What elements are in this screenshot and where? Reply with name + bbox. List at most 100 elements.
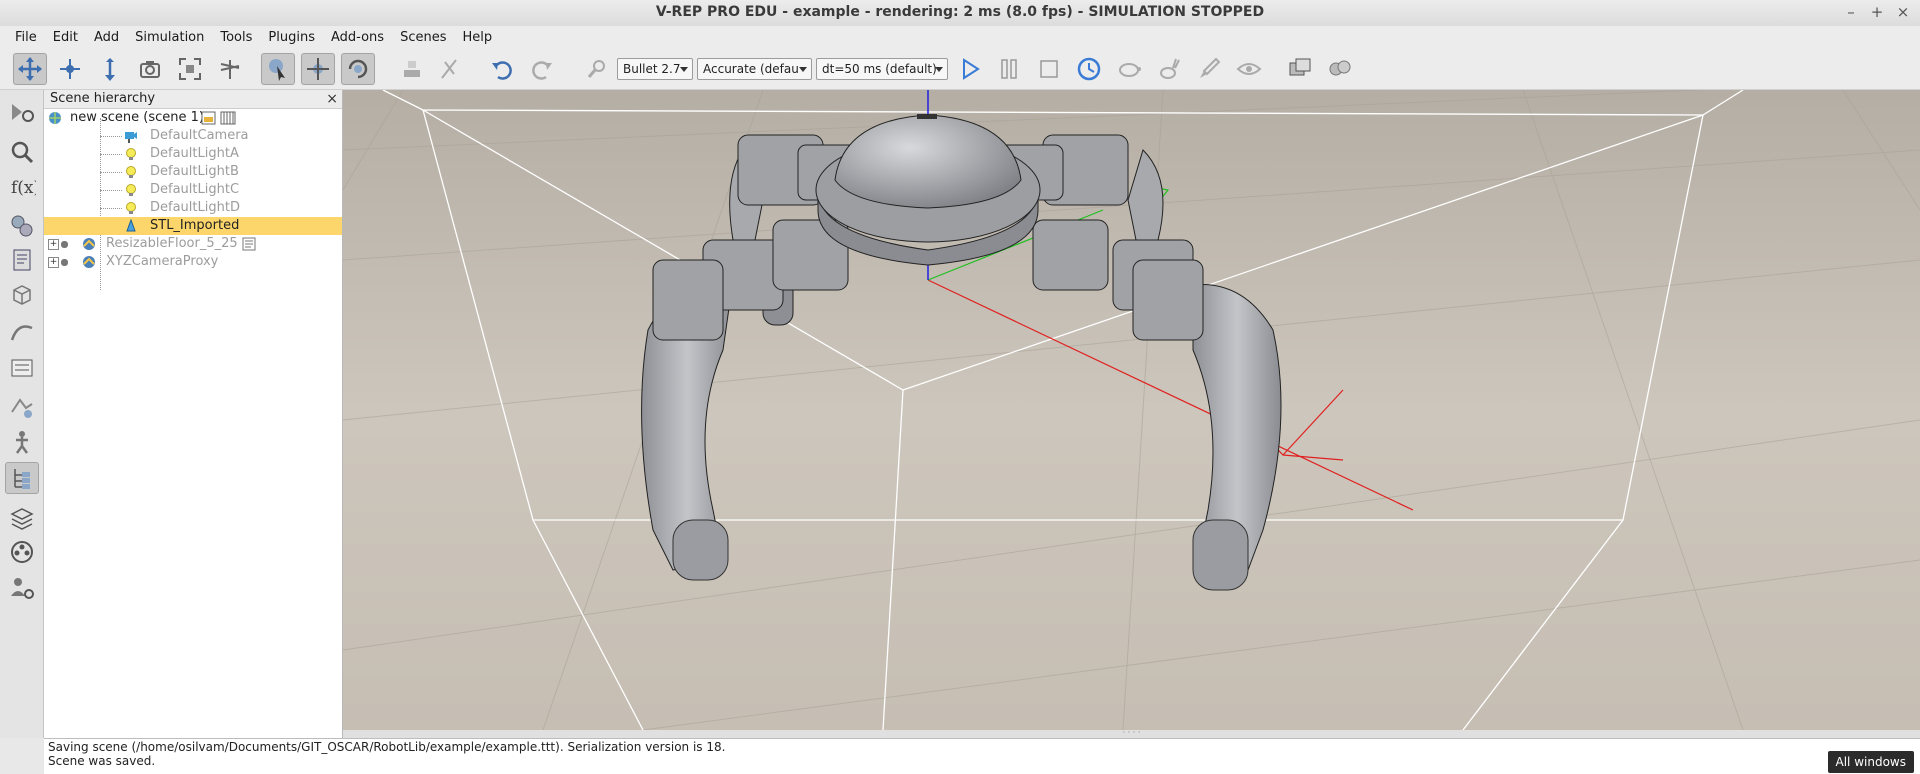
accuracy-select-value: Accurate (defau	[703, 62, 799, 76]
close-button[interactable]: ×	[1896, 3, 1910, 21]
page-selector-button[interactable]	[1283, 53, 1317, 85]
camera-shift-button[interactable]	[93, 53, 127, 85]
user-settings-button[interactable]	[5, 352, 39, 384]
real-time-button[interactable]	[1072, 53, 1106, 85]
window-title: V-REP PRO EDU - example - rendering: 2 m…	[655, 4, 1265, 20]
tree-item-label: XYZCameraProxy	[106, 254, 219, 269]
transfer-dna-button[interactable]	[432, 53, 466, 85]
viewport-splitter[interactable]: · · · ·	[343, 729, 1920, 738]
expand-icon[interactable]: +	[48, 257, 59, 268]
turtle-icon	[1119, 63, 1141, 77]
fit-to-view-button[interactable]	[173, 53, 207, 85]
move-arrows-icon	[18, 57, 42, 81]
magnifier-icon	[587, 60, 605, 78]
close-icon[interactable]: ×	[326, 90, 338, 108]
menu-tools[interactable]: Tools	[212, 30, 260, 45]
chevron-down-icon	[799, 67, 807, 72]
collections-button[interactable]	[5, 210, 39, 242]
minimize-button[interactable]: –	[1844, 3, 1858, 21]
menu-simulation[interactable]: Simulation	[127, 30, 212, 45]
camera-pan-button[interactable]	[13, 53, 47, 85]
engine-select-value: Bullet 2.7	[623, 62, 681, 76]
calculation-modules-button[interactable]: f(x)	[5, 170, 39, 202]
tree-item-light-a[interactable]: DefaultLightA	[44, 145, 342, 163]
object-shift-button[interactable]	[301, 53, 335, 85]
tree-item-stl-imported[interactable]: STL_Imported	[44, 217, 342, 235]
visualization-toggle-button[interactable]	[1232, 53, 1266, 85]
globe-icon	[49, 112, 61, 124]
maximize-button[interactable]: +	[1870, 3, 1884, 21]
speed-up-button[interactable]	[1152, 53, 1186, 85]
camera-object-icon	[125, 132, 137, 143]
chevron-down-icon	[935, 67, 943, 72]
customization-script-icon[interactable]	[220, 111, 236, 125]
layers-button[interactable]	[5, 392, 39, 424]
redo-button[interactable]	[525, 53, 559, 85]
timestep-select[interactable]: dt=50 ms (default)	[816, 58, 948, 80]
floor	[343, 90, 1920, 730]
menu-addons[interactable]: Add-ons	[323, 30, 392, 45]
script-file-icon[interactable]	[201, 111, 217, 125]
light-bulb-icon	[126, 184, 136, 196]
scripts-button[interactable]	[5, 244, 39, 276]
camera-angle-button[interactable]	[133, 53, 167, 85]
stop-simulation-button[interactable]	[1032, 53, 1066, 85]
object-rotate-button[interactable]	[341, 53, 375, 85]
thread-rendering-button[interactable]	[1192, 53, 1226, 85]
menu-help[interactable]: Help	[454, 30, 500, 45]
hierarchy-icon	[14, 469, 30, 489]
tree-item-camera-proxy[interactable]: + XYZCameraProxy	[44, 253, 342, 271]
all-windows-button[interactable]: All windows	[1827, 751, 1914, 773]
video-recorder-button[interactable]	[5, 536, 39, 568]
tree-item-label: DefaultLightB	[150, 164, 239, 179]
function-icon: f(x)	[11, 178, 36, 198]
layer-display-button[interactable]	[5, 502, 39, 534]
tree-root-scene[interactable]: new scene (scene 1)	[44, 109, 342, 127]
camera-rotate-button[interactable]	[53, 53, 87, 85]
expand-icon[interactable]: +	[48, 239, 59, 250]
slow-down-button[interactable]	[1112, 53, 1146, 85]
path-icon	[10, 325, 33, 341]
menu-add[interactable]: Add	[86, 30, 127, 45]
shapes-button[interactable]	[5, 278, 39, 310]
engine-select[interactable]: Bullet 2.7	[617, 58, 693, 80]
zoom-arrows-icon	[105, 58, 115, 81]
status-line: Saving scene (/home/osilvam/Documents/GI…	[48, 740, 726, 754]
scene-selector-button[interactable]	[1323, 53, 1357, 85]
user-preferences-button[interactable]	[5, 572, 39, 604]
scene-hierarchy-button[interactable]	[5, 462, 39, 494]
script-file-icon[interactable]	[242, 237, 257, 251]
assemble-button[interactable]	[395, 53, 429, 85]
camera-icon	[140, 61, 160, 78]
fly-mode-button[interactable]	[213, 53, 247, 85]
cube-icon	[13, 285, 31, 305]
menu-scenes[interactable]: Scenes	[392, 30, 454, 45]
tree-item-light-d[interactable]: DefaultLightD	[44, 199, 342, 217]
tree-item-light-c[interactable]: DefaultLightC	[44, 181, 342, 199]
menu-file[interactable]: File	[7, 30, 45, 45]
start-simulation-button[interactable]	[953, 53, 987, 85]
tree-item-camera[interactable]: DefaultCamera	[44, 127, 342, 145]
tree-item-label: DefaultLightC	[150, 182, 240, 197]
click-select-button[interactable]	[261, 53, 295, 85]
layers-icon	[11, 398, 33, 418]
engine-settings-button[interactable]	[580, 53, 614, 85]
undo-button[interactable]	[485, 53, 519, 85]
stop-icon	[1040, 60, 1058, 78]
accuracy-select[interactable]: Accurate (defau	[697, 58, 812, 80]
fit-view-icon	[179, 58, 201, 80]
model-browser-button[interactable]	[5, 426, 39, 458]
eye-icon	[1236, 63, 1262, 75]
tree-item-light-b[interactable]: DefaultLightB	[44, 163, 342, 181]
title-bar: V-REP PRO EDU - example - rendering: 2 m…	[0, 0, 1920, 27]
status-line: Scene was saved.	[48, 754, 156, 768]
selection-button[interactable]	[5, 136, 39, 168]
scene-viewport[interactable]	[343, 90, 1920, 730]
path-button[interactable]	[5, 316, 39, 348]
menu-plugins[interactable]: Plugins	[260, 30, 323, 45]
scene-root-label: new scene (scene 1)	[70, 110, 204, 125]
simulation-settings-button[interactable]	[5, 96, 39, 128]
tree-item-floor[interactable]: + ResizableFloor_5_25	[44, 235, 342, 253]
pause-simulation-button[interactable]	[992, 53, 1026, 85]
menu-edit[interactable]: Edit	[45, 30, 86, 45]
